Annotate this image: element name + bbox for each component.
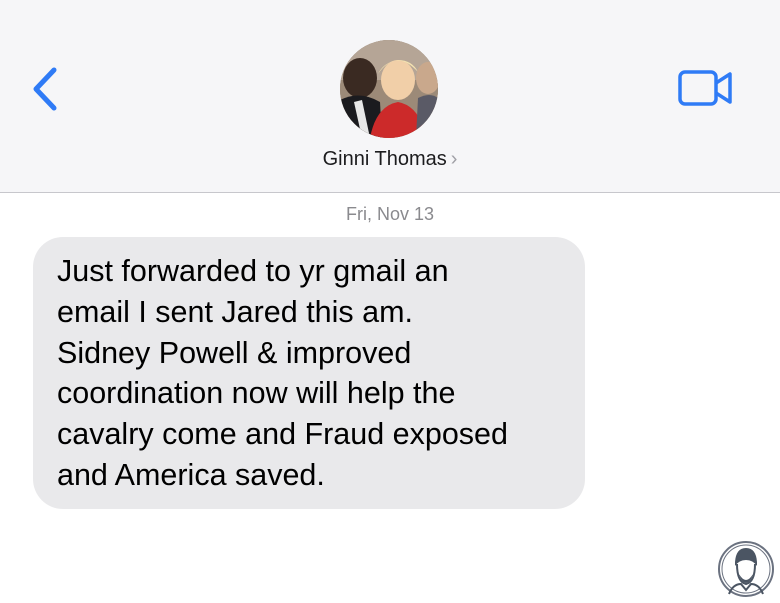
message-line: Just forwarded to yr gmail an: [57, 254, 449, 288]
contact-name-button[interactable]: Ginni Thomas ›: [0, 148, 780, 171]
contact-avatar[interactable]: [340, 40, 438, 138]
message-line: and America saved.: [57, 457, 325, 492]
back-button[interactable]: [26, 64, 66, 114]
avatar-photo: [340, 40, 438, 138]
message-line: Sidney Powell & improved: [57, 335, 412, 370]
video-call-button[interactable]: [676, 68, 736, 110]
chevron-left-icon: [33, 67, 57, 111]
conversation-header: Ginni Thomas ›: [0, 0, 780, 193]
incoming-message-bubble[interactable]: Just forwarded to yr gmail an email I se…: [33, 237, 585, 509]
lincoln-watermark-logo: [717, 540, 775, 598]
message-line: email I sent Jared this am.: [57, 294, 413, 329]
video-camera-icon: [678, 70, 732, 106]
chevron-right-icon: ›: [450, 148, 458, 170]
message-text: Just forwarded to yr gmail an email I se…: [57, 251, 561, 496]
message-line: cavalry come and Fraud exposed: [57, 417, 508, 452]
message-date: Fri, Nov 13: [345, 204, 435, 224]
message-line: coordination now will help the: [57, 376, 456, 411]
contact-name: Ginni Thomas: [322, 148, 447, 170]
lincoln-portrait-icon: [718, 541, 774, 597]
